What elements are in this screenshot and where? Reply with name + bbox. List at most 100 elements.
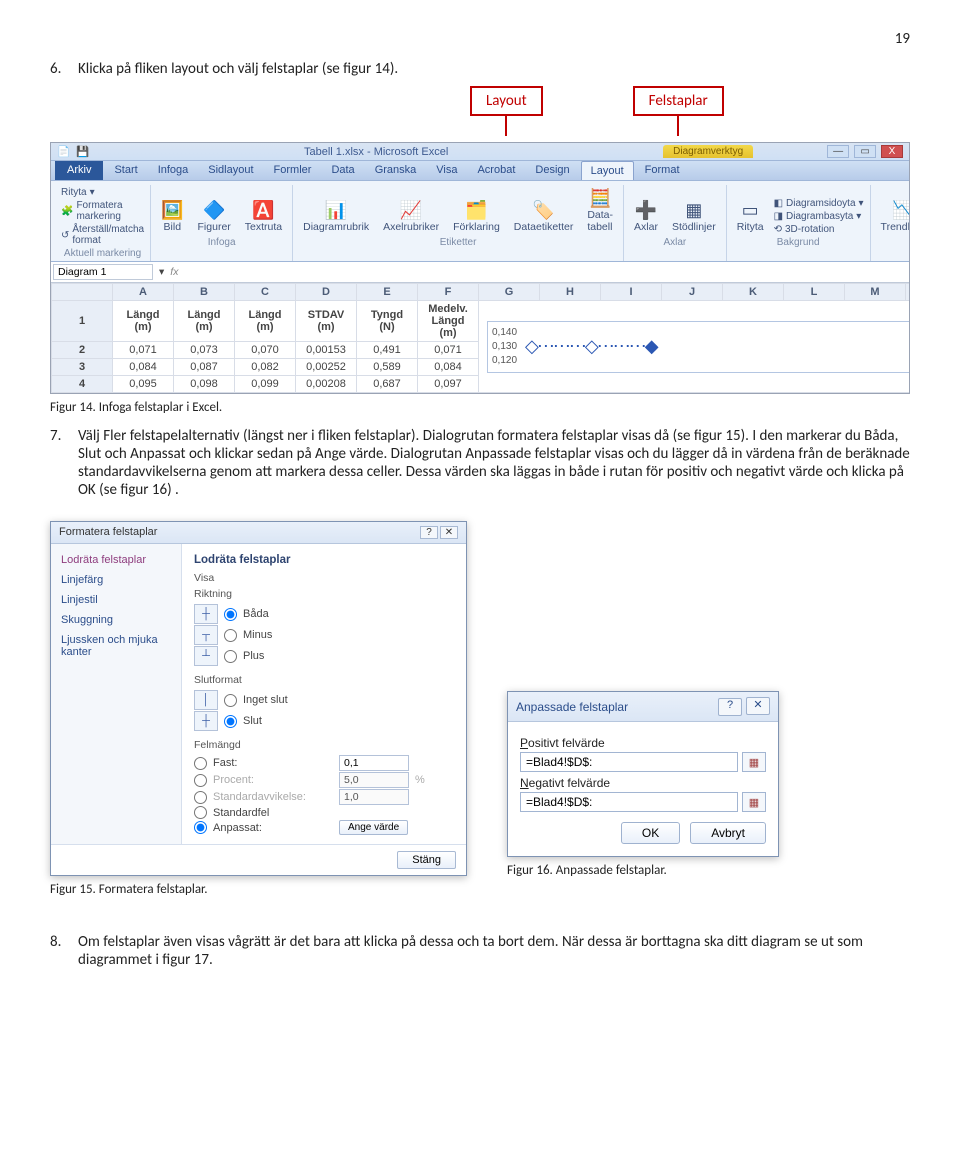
- close-button[interactable]: X: [881, 145, 903, 158]
- callout-layout-arrow: [505, 116, 507, 136]
- chart-title-button[interactable]: 📊Diagramrubrik: [299, 199, 373, 235]
- callout-layout: Layout: [470, 86, 543, 116]
- tab-visa[interactable]: Visa: [427, 161, 466, 180]
- chart-floor[interactable]: Diagrambasyta: [786, 211, 853, 222]
- rotation-icon: ⟲: [774, 224, 782, 235]
- tab-acrobat[interactable]: Acrobat: [468, 161, 524, 180]
- enter-value-button[interactable]: Ange värde: [339, 820, 408, 835]
- fx-icon[interactable]: fx: [170, 266, 178, 278]
- sidebar-item-vertical[interactable]: Lodräta felstaplar: [51, 550, 181, 570]
- sidebar-item-linestyle[interactable]: Linjestil: [51, 590, 181, 610]
- tab-file[interactable]: Arkiv: [55, 161, 103, 180]
- textbox-icon: 🅰️: [252, 201, 274, 219]
- sidebar-item-linecolor[interactable]: Linjefärg: [51, 570, 181, 590]
- negative-label: Negativt felvärde: [520, 776, 766, 790]
- qat-icon[interactable]: 📄: [57, 145, 70, 158]
- name-box[interactable]: [53, 264, 153, 280]
- tab-formler[interactable]: Formler: [265, 161, 321, 180]
- plot-area-button[interactable]: ▭Rityta: [733, 199, 768, 235]
- stdev-input: [339, 789, 409, 805]
- dlg15-main-title: Lodräta felstaplar: [194, 554, 454, 566]
- spreadsheet[interactable]: ABCDEFGHIJKLMNOP 1 Längd (m) Längd (m) L…: [51, 283, 910, 393]
- sidebar-item-glow[interactable]: Ljussken och mjuka kanter: [51, 630, 181, 662]
- axis-titles-button[interactable]: 📈Axelrubriker: [379, 199, 443, 235]
- rotation-3d[interactable]: 3D-rotation: [785, 224, 834, 235]
- data-table-icon: 🧮: [589, 189, 611, 207]
- insert-textbox-button[interactable]: 🅰️Textruta: [241, 199, 286, 235]
- radio-custom[interactable]: [194, 821, 207, 834]
- negative-value-input[interactable]: [520, 792, 738, 812]
- minimize-button[interactable]: —: [827, 145, 849, 158]
- dlg16-help-button[interactable]: ?: [718, 698, 742, 716]
- name-box-bar: ▾ fx: [51, 262, 909, 283]
- insert-shapes-button[interactable]: 🔷Figurer: [194, 199, 235, 235]
- radio-no-end[interactable]: [224, 694, 237, 707]
- header-row: 1 Längd (m) Längd (m) Längd (m) STDAV (m…: [52, 301, 911, 342]
- radio-end[interactable]: [224, 715, 237, 728]
- insert-picture-button[interactable]: 🖼️Bild: [157, 199, 187, 235]
- embedded-chart[interactable]: 0,140 0,130 0,120 ◇⋯⋯⋯◇⋯⋯⋯◆ y = 0,1385x …: [487, 321, 910, 373]
- radio-both[interactable]: [224, 608, 237, 621]
- positive-value-input[interactable]: [520, 752, 738, 772]
- axes-icon: ➕: [635, 201, 657, 219]
- window-buttons: — ▭ X: [825, 145, 903, 158]
- gridlines-button[interactable]: ▦Stödlinjer: [668, 199, 720, 235]
- group-name-etiketter: Etiketter: [299, 237, 617, 248]
- legend-button[interactable]: 🗂️Förklaring: [449, 199, 504, 235]
- trendline-button[interactable]: 📉Trendlinje: [877, 199, 910, 235]
- tab-start[interactable]: Start: [105, 161, 146, 180]
- dlg15-help-button[interactable]: ?: [420, 526, 438, 539]
- dlg15-close-button[interactable]: ✕: [440, 526, 458, 539]
- dir-plus-icon: ┴: [194, 646, 218, 666]
- callout-felstaplar-arrow: [677, 116, 679, 136]
- cancel-button[interactable]: Avbryt: [690, 822, 766, 844]
- fixed-input[interactable]: [339, 755, 409, 771]
- dlg15-close[interactable]: Stäng: [397, 851, 456, 869]
- sidebar-item-shadow[interactable]: Skuggning: [51, 610, 181, 630]
- qat-save-icon[interactable]: 💾: [76, 145, 89, 158]
- dir-minus-icon: ┬: [194, 625, 218, 645]
- tab-design[interactable]: Design: [526, 161, 578, 180]
- ok-button[interactable]: OK: [621, 822, 680, 844]
- reset-format[interactable]: Återställ/matcha format: [72, 224, 144, 246]
- caption-fig16: Figur 16. Anpassade felstaplar.: [507, 863, 779, 878]
- custom-errorbars-dialog: Anpassade felstaplar ?✕ Positivt felvärd…: [507, 691, 779, 857]
- caption-fig14: Figur 14. Infoga felstaplar i Excel.: [50, 400, 910, 415]
- format-selection[interactable]: Formatera markering: [76, 200, 144, 222]
- positive-range-picker[interactable]: ▦: [742, 752, 766, 772]
- selection-dropdown[interactable]: Rityta: [61, 187, 87, 198]
- trendline-icon: 📉: [892, 201, 910, 219]
- axes-button[interactable]: ➕Axlar: [630, 199, 662, 235]
- dir-both-icon: ┼: [194, 604, 218, 624]
- tab-granska[interactable]: Granska: [366, 161, 426, 180]
- tab-sidlayout[interactable]: Sidlayout: [199, 161, 262, 180]
- ribbon-tabs: Arkiv Start Infoga Sidlayout Formler Dat…: [51, 161, 909, 181]
- radio-fixed[interactable]: [194, 757, 207, 770]
- tab-format[interactable]: Format: [636, 161, 689, 180]
- radio-plus[interactable]: [224, 650, 237, 663]
- data-labels-icon: 🏷️: [532, 201, 554, 219]
- tab-layout[interactable]: Layout: [581, 161, 634, 180]
- radio-stderr[interactable]: [194, 806, 207, 819]
- plot-area-icon: ▭: [742, 201, 759, 219]
- group-etiketter: 📊Diagramrubrik 📈Axelrubriker 🗂️Förklarin…: [293, 185, 624, 261]
- maximize-button[interactable]: ▭: [854, 145, 876, 158]
- positive-label: Positivt felvärde: [520, 736, 766, 750]
- step-6-number: 6.: [50, 60, 78, 78]
- data-table-button[interactable]: 🧮Data-tabell: [583, 187, 617, 235]
- chart-wall[interactable]: Diagramsidoyta: [786, 198, 855, 209]
- legend-icon: 🗂️: [465, 201, 487, 219]
- data-labels-button[interactable]: 🏷️Dataetiketter: [510, 199, 578, 235]
- group-name-markering: Aktuell markering: [61, 248, 144, 259]
- tab-data[interactable]: Data: [322, 161, 363, 180]
- radio-percent[interactable]: [194, 774, 207, 787]
- reset-icon: ↺: [61, 230, 69, 241]
- tab-infoga[interactable]: Infoga: [149, 161, 198, 180]
- radio-stdev[interactable]: [194, 791, 207, 804]
- negative-range-picker[interactable]: ▦: [742, 792, 766, 812]
- dlg15-sidebar: Lodräta felstaplar Linjefärg Linjestil S…: [51, 544, 182, 844]
- radio-minus[interactable]: [224, 629, 237, 642]
- dlg15-title: Formatera felstaplar: [59, 526, 157, 539]
- group-name-infoga: Infoga: [157, 237, 286, 248]
- dlg16-close-button[interactable]: ✕: [746, 697, 770, 715]
